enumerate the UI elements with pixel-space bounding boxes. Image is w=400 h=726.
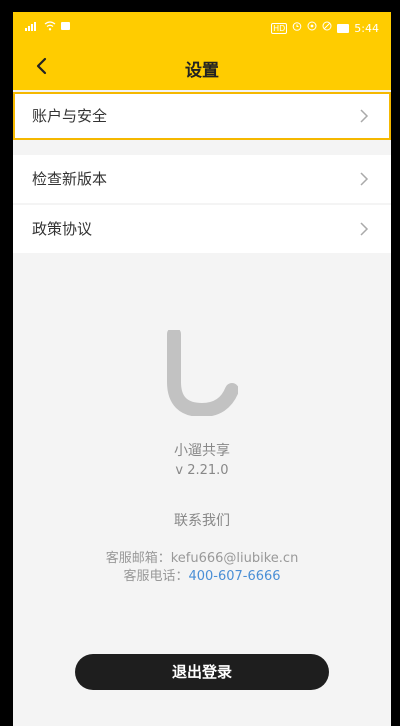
service-phone: 客服电话：400-607-6666: [13, 565, 391, 584]
menu-item-check-version[interactable]: 检查新版本: [13, 155, 391, 203]
status-bar: HD 5:44: [13, 12, 391, 44]
header-bar: 设置: [13, 44, 391, 90]
phone-label: 客服电话：: [123, 569, 189, 584]
settings-screen: HD 5:44 设置 账户与安全 检查新版本 政策协议 小遛共享 v 2.21.…: [13, 12, 391, 726]
service-email: 客服邮箱：kefu666@liubike.cn: [13, 547, 391, 566]
location-icon: [307, 21, 317, 35]
battery-icon: [337, 23, 350, 33]
chevron-right-icon: [359, 171, 369, 187]
app-version: v 2.21.0: [175, 463, 229, 478]
phone-link[interactable]: 400-607-6666: [188, 569, 280, 584]
status-time: 5:44: [354, 21, 379, 35]
menu-item-label: 检查新版本: [32, 170, 108, 188]
status-left: [25, 21, 70, 35]
chevron-right-icon: [359, 221, 369, 237]
menu-item-account-security[interactable]: 账户与安全: [13, 92, 391, 140]
chevron-right-icon: [359, 108, 369, 124]
wifi-icon: [44, 21, 56, 35]
notification-icon: [61, 22, 70, 34]
menu-item-label: 账户与安全: [32, 107, 108, 125]
status-right: HD 5:44: [271, 21, 379, 35]
menu-item-label: 政策协议: [32, 220, 93, 238]
logout-button[interactable]: 退出登录: [75, 654, 329, 690]
contact-title: 联系我们: [174, 513, 230, 529]
alarm-icon: [292, 21, 302, 35]
hd-icon: HD: [271, 22, 288, 34]
menu-item-policy[interactable]: 政策协议: [13, 205, 391, 253]
silent-icon: [322, 21, 332, 35]
signal-icon: [25, 21, 39, 35]
email-value[interactable]: kefu666@liubike.cn: [171, 551, 299, 566]
liubike-logo-icon: [166, 327, 239, 418]
page-title: 设置: [185, 61, 219, 81]
email-label: 客服邮箱：: [105, 551, 171, 566]
app-name: 小遛共享: [174, 443, 230, 459]
